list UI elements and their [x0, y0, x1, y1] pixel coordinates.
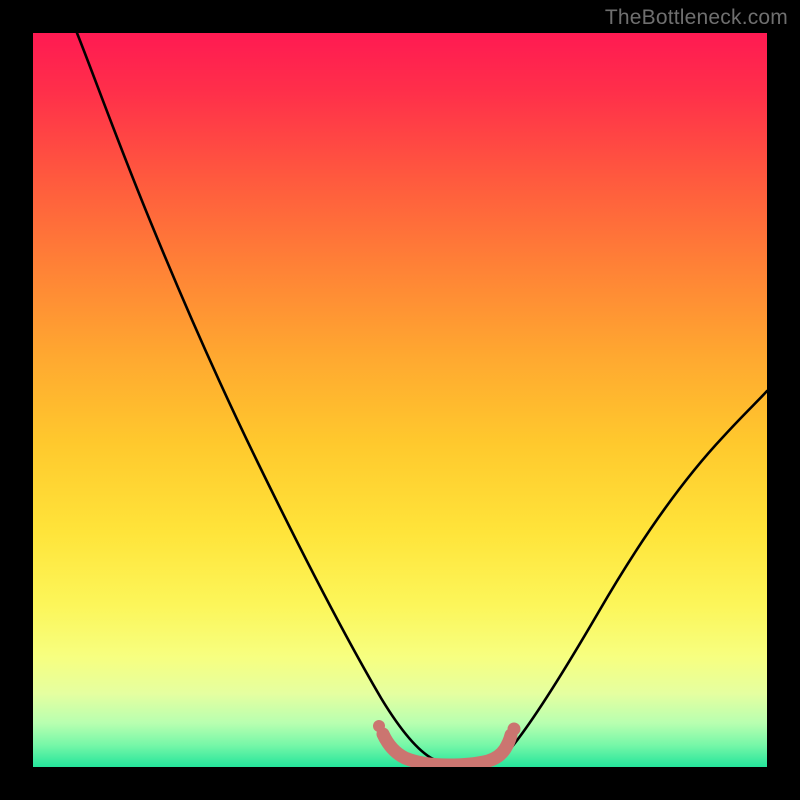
curve-layer	[33, 33, 767, 767]
marker-dot-left	[373, 720, 385, 732]
chart-frame: TheBottleneck.com	[0, 0, 800, 800]
bottom-marker-strip	[383, 734, 511, 765]
watermark-text: TheBottleneck.com	[605, 6, 788, 30]
marker-dot-right	[508, 723, 521, 736]
bottleneck-curve	[77, 33, 767, 764]
plot-area	[33, 33, 767, 767]
